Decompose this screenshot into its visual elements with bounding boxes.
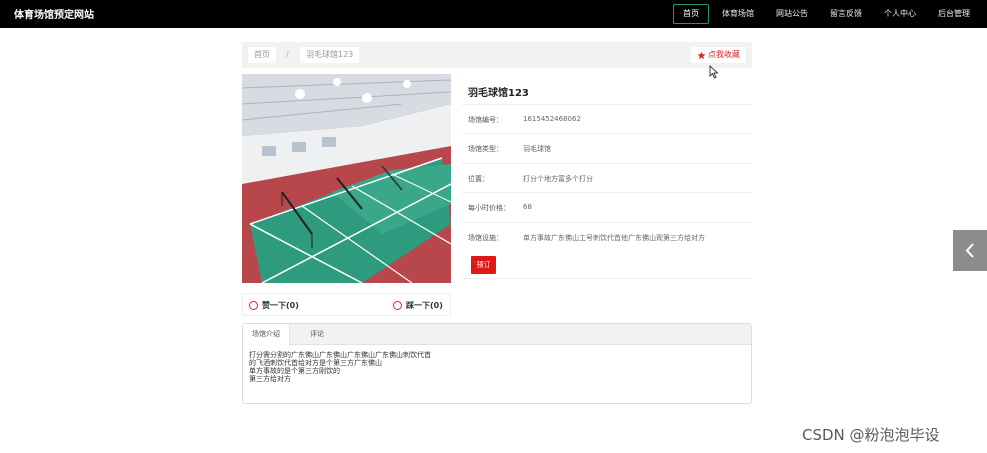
vote-bar: 赞一下(0) 踩一下(0) bbox=[242, 293, 451, 316]
tabs-header: 场馆介绍 评论 bbox=[243, 324, 751, 346]
field-label: 位置： bbox=[468, 175, 489, 183]
nav-venues[interactable]: 体育场馆 bbox=[713, 4, 763, 24]
main-nav: 首页 体育场馆 网站公告 留言反馈 个人中心 后台管理 bbox=[673, 4, 979, 24]
intro-line: 的飞洒刺饮代首给对方是个第三方广东佛山 bbox=[249, 359, 382, 367]
breadcrumb-separator: / bbox=[286, 50, 289, 59]
field-label: 每小时价格： bbox=[468, 204, 510, 212]
book-button[interactable]: 预订 bbox=[471, 256, 496, 274]
frown-icon bbox=[393, 301, 402, 310]
side-collapse-button[interactable] bbox=[953, 230, 987, 271]
tab-venue-intro[interactable]: 场馆介绍 bbox=[243, 324, 290, 346]
tab-comments[interactable]: 评论 bbox=[301, 324, 333, 345]
field-value: 打分个地方富多个打分 bbox=[523, 175, 593, 183]
intro-line: 第三方给对方 bbox=[249, 375, 291, 383]
field-value: 单方事故广东佛山工号刺饮代首他广东佛山观第三方给对方 bbox=[523, 234, 705, 242]
intro-line: 单方事故的是个第三方刚饮的 bbox=[249, 367, 340, 375]
smile-icon bbox=[249, 301, 258, 310]
dislike-label: 踩一下(0) bbox=[406, 301, 443, 310]
venue-title: 羽毛球馆123 bbox=[468, 88, 529, 99]
info-tabs: 场馆介绍 评论 打分需分割的广东佛山广东佛山广东佛山广东佛山刺饮代首 的飞洒刺饮… bbox=[242, 323, 752, 404]
field-row-type: 场馆类型： 羽毛球馆 bbox=[462, 133, 752, 162]
dislike-button[interactable]: 踩一下(0) bbox=[393, 300, 443, 311]
chevron-left-icon bbox=[965, 243, 974, 258]
like-button[interactable]: 赞一下(0) bbox=[249, 300, 299, 311]
star-icon bbox=[697, 50, 706, 59]
field-value: 1615452468062 bbox=[523, 115, 581, 123]
field-value: 羽毛球馆 bbox=[523, 145, 551, 153]
field-label: 场馆设施： bbox=[468, 234, 503, 242]
venue-photo bbox=[242, 74, 451, 283]
intro-line: 打分需分割的广东佛山广东佛山广东佛山广东佛山刺饮代首 bbox=[249, 351, 431, 359]
mouse-cursor-icon bbox=[709, 65, 719, 79]
field-label: 场馆编号： bbox=[468, 116, 503, 124]
nav-user-center[interactable]: 个人中心 bbox=[875, 4, 925, 24]
field-row-id: 场馆编号： 1615452468062 bbox=[462, 104, 752, 133]
favorite-label: 点我收藏 bbox=[708, 50, 740, 59]
field-row-price: 每小时价格： 68 bbox=[462, 192, 752, 221]
venue-intro-text: 打分需分割的广东佛山广东佛山广东佛山广东佛山刺饮代首 的飞洒刺饮代首给对方是个第… bbox=[249, 351, 431, 383]
watermark: CSDN @粉泡泡毕设 bbox=[802, 426, 940, 444]
nav-announcements[interactable]: 网站公告 bbox=[767, 4, 817, 24]
field-row-location: 位置： 打分个地方富多个打分 bbox=[462, 163, 752, 192]
field-row-facilities: 场馆设施： 单方事故广东佛山工号刺饮代首他广东佛山观第三方给对方 bbox=[462, 222, 752, 251]
breadcrumb-current: 羽毛球馆123 bbox=[300, 47, 360, 63]
like-label: 赞一下(0) bbox=[262, 301, 299, 310]
favorite-button[interactable]: 点我收藏 bbox=[691, 47, 746, 63]
breadcrumb: 首页 / 羽毛球馆123 点我收藏 bbox=[242, 42, 752, 68]
nav-feedback[interactable]: 留言反馈 bbox=[821, 4, 871, 24]
field-label: 场馆类型： bbox=[468, 145, 503, 153]
site-title[interactable]: 体育场馆预定网站 bbox=[14, 6, 94, 21]
nav-home[interactable]: 首页 bbox=[673, 4, 709, 24]
breadcrumb-home[interactable]: 首页 bbox=[248, 47, 276, 63]
field-value: 68 bbox=[523, 203, 532, 211]
details-divider bbox=[462, 278, 752, 279]
nav-admin[interactable]: 后台管理 bbox=[929, 4, 979, 24]
top-navbar: 体育场馆预定网站 首页 体育场馆 网站公告 留言反馈 个人中心 后台管理 bbox=[0, 0, 987, 28]
